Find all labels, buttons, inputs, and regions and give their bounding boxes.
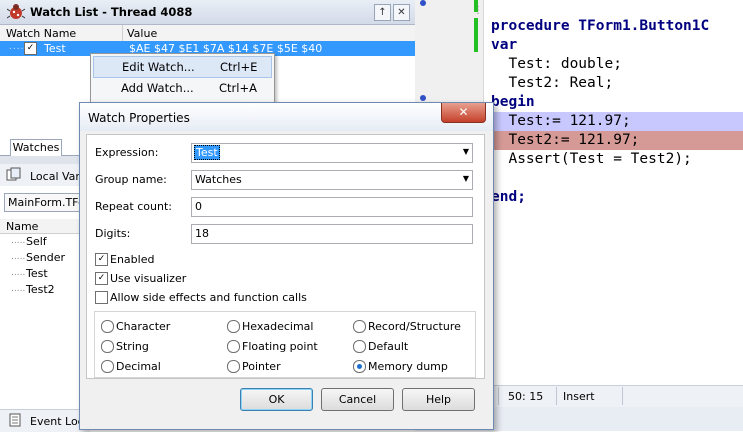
status-separator <box>498 387 499 405</box>
column-value[interactable]: Value <box>127 27 157 40</box>
watch-list-title: Watch List - Thread 4088 <box>30 5 193 19</box>
radio-string-label[interactable]: String <box>116 340 149 353</box>
breakpoint-dot-icon[interactable] <box>420 95 426 101</box>
radio-memory-dump-label[interactable]: Memory dump <box>368 360 448 373</box>
stack-frame-select[interactable]: MainForm.TForm1.Button1Click <box>4 193 91 212</box>
radio-character-label[interactable]: Character <box>116 320 170 333</box>
expression-combo[interactable]: Test ▼ <box>191 143 473 163</box>
close-icon[interactable]: ✕ <box>393 4 410 21</box>
ok-button[interactable]: OK <box>240 388 313 411</box>
local-item[interactable]: Self <box>26 235 47 248</box>
digits-label: Digits: <box>95 227 131 240</box>
column-divider[interactable] <box>122 25 123 41</box>
menu-item-edit-watch[interactable]: Edit Watch... Ctrl+E <box>93 56 272 78</box>
tab-watches[interactable]: Watches <box>10 139 62 156</box>
local-item[interactable]: Test2 <box>26 283 55 296</box>
code-line-5[interactable]: begin <box>491 93 535 112</box>
column-name[interactable]: Name <box>6 220 38 233</box>
menu-item-label: Add Watch... <box>121 81 194 95</box>
expression-value: Test <box>194 145 220 160</box>
menu-item-shortcut: Ctrl+A <box>219 81 257 95</box>
tree-connector: ..... <box>11 252 26 262</box>
event-log-icon <box>9 413 21 427</box>
use-visualizer-label[interactable]: Use visualizer <box>110 272 186 285</box>
radio-pointer-label[interactable]: Pointer <box>242 360 281 373</box>
group-name-label: Group name: <box>95 173 167 186</box>
local-item[interactable]: Sender <box>26 251 65 264</box>
code-line-10[interactable]: end; <box>491 188 526 207</box>
menu-item-shortcut: Ctrl+E <box>220 60 258 74</box>
watch-name: Test <box>44 42 66 55</box>
dialog-close-button[interactable]: ✕ <box>441 103 486 123</box>
watch-list-header: Watch Name Value <box>0 25 415 42</box>
fold-marker: ⋮ <box>473 5 483 16</box>
radio-record-structure-label[interactable]: Record/Structure <box>368 320 461 333</box>
menu-item-label: Edit Watch... <box>122 60 195 74</box>
column-watch-name[interactable]: Watch Name <box>6 27 76 40</box>
radio-hexadecimal[interactable] <box>227 320 240 333</box>
radio-pointer[interactable] <box>227 360 240 373</box>
locals-header: Name <box>0 219 85 234</box>
chevron-down-icon[interactable]: ▼ <box>463 174 469 183</box>
side-effects-label[interactable]: Allow side effects and function calls <box>110 291 307 304</box>
event-log-label: Event Log <box>30 415 85 428</box>
radio-memory-dump[interactable] <box>353 360 366 373</box>
cursor-position: 50: 15 <box>508 390 544 403</box>
expression-label: Expression: <box>95 146 159 159</box>
code-line-3[interactable]: Test: double; <box>491 55 622 74</box>
repeat-count-input[interactable]: 0 <box>191 197 473 217</box>
side-effects-checkbox[interactable] <box>95 291 108 304</box>
digits-input[interactable]: 18 <box>191 224 473 244</box>
group-name-combo[interactable]: Watches ▼ <box>191 170 473 190</box>
tree-connector: ..... <box>11 284 26 294</box>
radio-character[interactable] <box>101 320 114 333</box>
radio-default[interactable] <box>353 340 366 353</box>
cancel-button[interactable]: Cancel <box>321 388 394 411</box>
tree-connector: ..... <box>11 268 26 278</box>
dialog-title: Watch Properties <box>88 111 190 125</box>
code-line-8[interactable]: Assert(Test = Test2); <box>491 150 691 169</box>
code-line-2[interactable]: var <box>491 36 517 55</box>
code-line-4[interactable]: Test2: Real; <box>491 74 613 93</box>
radio-floating-point[interactable] <box>227 340 240 353</box>
local-variables-icon <box>6 167 21 181</box>
radio-floating-point-label[interactable]: Floating point <box>242 340 318 353</box>
local-item[interactable]: Test <box>26 267 48 280</box>
digits-value: 18 <box>195 227 209 240</box>
code-line-1[interactable]: procedure TForm1.Button1C <box>491 17 709 36</box>
pin-icon[interactable]: ↑ <box>374 4 391 21</box>
radio-decimal-label[interactable]: Decimal <box>116 360 161 373</box>
radio-hexadecimal-label[interactable]: Hexadecimal <box>242 320 313 333</box>
group-name-value: Watches <box>195 173 242 186</box>
help-button[interactable]: Help <box>402 388 475 411</box>
repeat-count-value: 0 <box>195 200 202 213</box>
chevron-down-icon[interactable]: ▼ <box>463 147 469 156</box>
modified-line-marker <box>474 18 478 52</box>
breakpoint-dot-icon[interactable] <box>420 0 426 6</box>
radio-string[interactable] <box>101 340 114 353</box>
code-line-7[interactable]: Test2:= 121.97; <box>491 131 639 150</box>
radio-record-structure[interactable] <box>353 320 366 333</box>
watch-enabled-checkbox[interactable]: ✓ <box>24 42 37 55</box>
radio-decimal[interactable] <box>101 360 114 373</box>
code-line-6[interactable]: Test:= 121.97; <box>491 112 630 131</box>
enabled-label[interactable]: Enabled <box>110 253 154 266</box>
menu-item-add-watch[interactable]: Add Watch... Ctrl+A <box>93 78 270 98</box>
use-visualizer-checkbox[interactable]: ✓ <box>95 272 108 285</box>
tree-connector: ..... <box>11 236 26 246</box>
radio-default-label[interactable]: Default <box>368 340 408 353</box>
enabled-checkbox[interactable]: ✓ <box>95 253 108 266</box>
bug-icon <box>7 4 25 19</box>
repeat-count-label: Repeat count: <box>95 200 172 213</box>
status-separator <box>622 387 623 405</box>
watch-context-menu: Edit Watch... Ctrl+E Add Watch... Ctrl+A <box>90 53 275 103</box>
status-separator <box>556 387 557 405</box>
insert-mode[interactable]: Insert <box>563 390 595 403</box>
